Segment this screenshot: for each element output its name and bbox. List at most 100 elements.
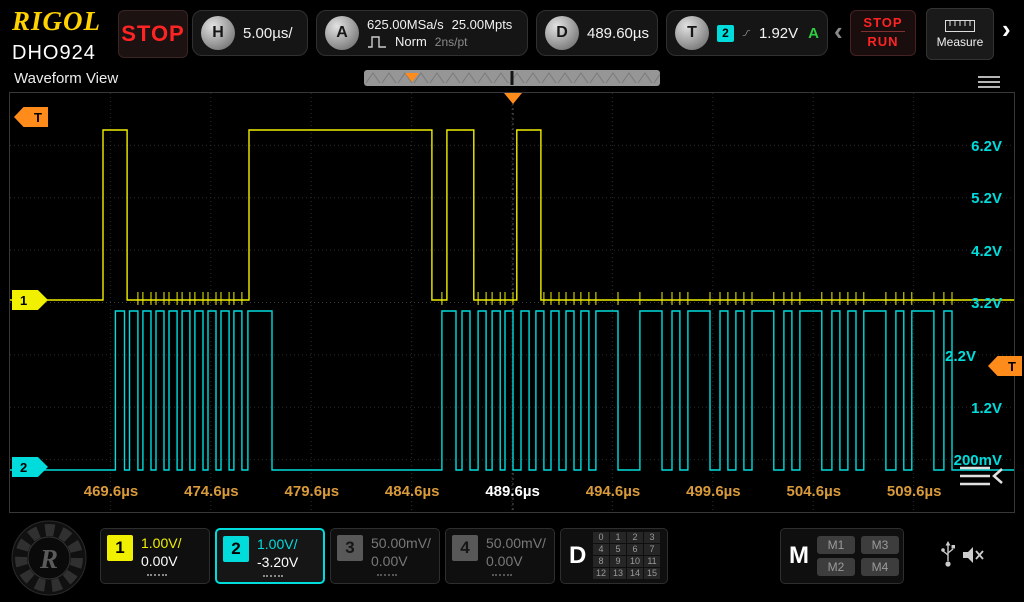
- pulse-waveform-icon: [368, 35, 386, 48]
- digital-channel-cell[interactable]: 12: [593, 568, 609, 579]
- channel4-scale: 50.00mV/: [486, 535, 546, 551]
- waveform-overview-bar[interactable]: [364, 70, 660, 86]
- ch2-trace: [10, 310, 1014, 471]
- channel2-scale: 1.00V/: [257, 536, 298, 552]
- ch1-noise-spikes: [137, 292, 953, 305]
- trigger-level-value: 1.92V: [758, 24, 799, 42]
- trigger-position-value: 489.60µs: [587, 24, 650, 42]
- voltage-label: 6.2V: [971, 138, 1002, 155]
- measure-button[interactable]: Measure: [926, 8, 994, 60]
- sample-interval-value: 2ns/pt: [434, 34, 468, 49]
- horizontal-settings-button[interactable]: H 5.00µs/: [192, 10, 308, 56]
- delay-settings-button[interactable]: D 489.60µs: [536, 10, 658, 56]
- ch2-marker-label: 2: [20, 459, 28, 475]
- voltage-label: 3.2V: [971, 295, 1002, 313]
- voltage-label: 2.2V: [945, 347, 976, 365]
- digital-channel-cell[interactable]: 9: [610, 556, 626, 567]
- svg-text:R: R: [39, 544, 58, 574]
- model-name: DHO924: [12, 42, 96, 64]
- time-label: 474.6µs: [184, 483, 239, 500]
- time-label: 499.6µs: [686, 483, 741, 500]
- trigger-sweep-flag: A: [808, 24, 819, 42]
- channel3-offset: 0.00V: [371, 553, 408, 569]
- trigger-position-marker[interactable]: [504, 93, 522, 104]
- ruler-icon: [945, 19, 975, 32]
- waveform-canvas[interactable]: [10, 93, 1014, 512]
- run-label: RUN: [867, 34, 899, 49]
- rising-slope-icon: [742, 30, 751, 36]
- digital-channel-cell[interactable]: 3: [644, 532, 660, 543]
- digital-channel-cell[interactable]: 1: [610, 532, 626, 543]
- overview-trigger-notch: [510, 71, 514, 85]
- stop-run-button[interactable]: STOP RUN: [850, 10, 916, 56]
- digital-channel-cell[interactable]: 11: [644, 556, 660, 567]
- stop-label: STOP: [861, 15, 905, 32]
- digital-channel-cell[interactable]: 15: [644, 568, 660, 579]
- rigol-gear-logo[interactable]: R: [10, 519, 88, 602]
- trigger-level-marker-label: T: [1008, 358, 1016, 374]
- time-label: 489.6µs: [485, 483, 540, 500]
- voltage-label: 1.2V: [971, 400, 1002, 417]
- time-label: 504.6µs: [786, 483, 842, 500]
- math-button-m4[interactable]: M4: [861, 558, 899, 576]
- speaker-mute-icon[interactable]: [962, 545, 986, 565]
- time-label: 484.6µs: [384, 483, 440, 500]
- delay-knob-icon[interactable]: D: [545, 16, 579, 50]
- channel4-offset: 0.00V: [486, 553, 523, 569]
- digital-channel-cell[interactable]: 7: [644, 544, 660, 555]
- math-channels-button[interactable]: M M1 M3 M2 M4: [780, 528, 904, 584]
- channel1-offset: 0.00V: [141, 553, 178, 569]
- ch1-trace: [10, 129, 1014, 301]
- channel1-scale: 1.00V/: [141, 535, 182, 551]
- digital-channel-cell[interactable]: 4: [593, 544, 609, 555]
- waveform-display[interactable]: T T 1 2 6.2V 5.2V 4.2V 3.2V 2.2V 1.2V 200mV 46…: [9, 92, 1022, 513]
- toolbar-scroll-left-icon[interactable]: ‹: [834, 18, 843, 44]
- digital-channel-cell[interactable]: 10: [627, 556, 643, 567]
- time-label: 469.6µs: [83, 483, 139, 500]
- time-label: 509.6µs: [886, 483, 942, 500]
- acquisition-status-label: STOP: [121, 21, 185, 46]
- top-toolbar: RIGOL DHO924 STOP H 5.00µs/ A 625.00MSa/…: [0, 0, 1024, 66]
- menu-icon[interactable]: [978, 73, 1000, 91]
- math-button-m2[interactable]: M2: [817, 558, 855, 576]
- trigger-left-marker-label: T: [34, 109, 42, 125]
- digital-channel-cell[interactable]: 2: [627, 532, 643, 543]
- time-axis-labels: 469.6µs 474.6µs 479.6µs 484.6µs 489.6µs 494.6…: [10, 483, 1014, 505]
- math-button-m1[interactable]: M1: [817, 536, 855, 554]
- trigger-settings-button[interactable]: T 2 1.92V A: [666, 10, 828, 56]
- channel1-button[interactable]: 1 1.00V/ 0.00V: [100, 528, 210, 584]
- channel3-button[interactable]: 3 50.00mV/ 0.00V: [330, 528, 440, 584]
- channel2-number-badge: 2: [223, 536, 249, 562]
- time-label: 479.6µs: [284, 483, 340, 500]
- digital-channel-grid: 0 1 2 3 4 5 6 7 8 9 10 11 12 13 14 15: [593, 532, 660, 579]
- toolbar-scroll-right-icon[interactable]: ›: [1002, 16, 1011, 42]
- channel1-bw-indicator: [147, 574, 167, 576]
- memory-depth-value: 25.00Mpts: [451, 17, 513, 32]
- digital-channel-cell[interactable]: 8: [593, 556, 609, 567]
- acquisition-status-button[interactable]: STOP: [118, 10, 188, 58]
- horizontal-knob-icon[interactable]: H: [201, 16, 235, 50]
- channel1-number-badge: 1: [107, 535, 133, 561]
- digital-channels-button[interactable]: D 0 1 2 3 4 5 6 7 8 9 10 11 12 13 14 15: [560, 528, 668, 584]
- acquisition-knob-icon[interactable]: A: [325, 16, 359, 50]
- digital-panel-letter: D: [569, 542, 587, 569]
- channel2-button[interactable]: 2 1.00V/ -3.20V: [215, 528, 325, 584]
- channel4-bw-indicator: [492, 574, 512, 576]
- digital-channel-cell[interactable]: 5: [610, 544, 626, 555]
- digital-channel-cell[interactable]: 6: [627, 544, 643, 555]
- digital-channel-cell[interactable]: 14: [627, 568, 643, 579]
- acquisition-settings-button[interactable]: A 625.00MSa/s 25.00Mpts Norm 2ns/pt: [316, 10, 528, 56]
- channel4-button[interactable]: 4 50.00mV/ 0.00V: [445, 528, 555, 584]
- voltage-label: 4.2V: [971, 242, 1002, 260]
- digital-channel-cell[interactable]: 13: [610, 568, 626, 579]
- acquisition-mode-value: Norm: [395, 34, 427, 49]
- math-button-m3[interactable]: M3: [861, 536, 899, 554]
- channel3-bw-indicator: [377, 574, 397, 576]
- channel2-offset: -3.20V: [257, 554, 299, 570]
- digital-channel-cell[interactable]: 0: [593, 532, 609, 543]
- view-title: Waveform View: [14, 70, 119, 87]
- math-panel-letter: M: [789, 542, 809, 569]
- channel3-scale: 50.00mV/: [371, 535, 431, 551]
- expand-menu-icon[interactable]: [958, 463, 1004, 494]
- trigger-knob-icon[interactable]: T: [675, 16, 709, 50]
